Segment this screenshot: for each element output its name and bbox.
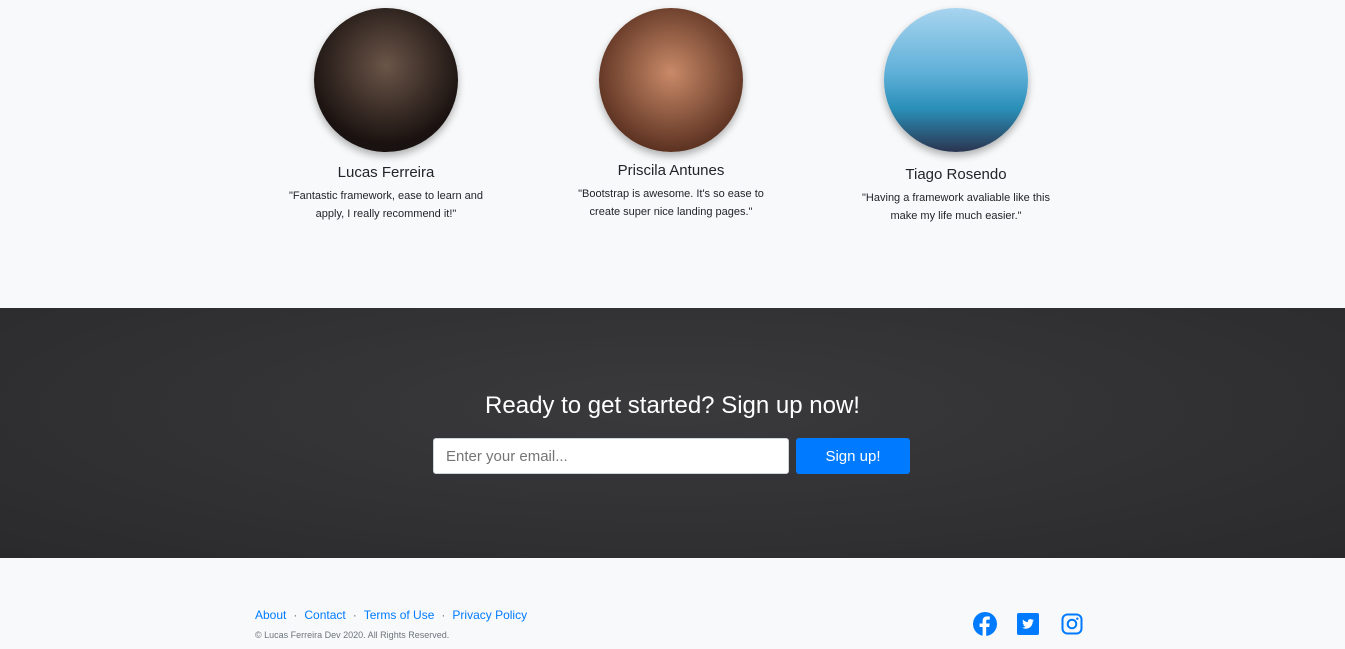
footer-link-contact[interactable]: Contact [304,608,345,622]
separator: · [441,608,446,622]
footer-link-privacy[interactable]: Privacy Policy [452,608,527,622]
email-input[interactable] [433,438,789,474]
testimonial-quote: "Fantastic framework, ease to learn and … [288,190,484,220]
testimonial-quote: "Having a framework avaliable like this … [862,192,1050,222]
testimonial-quote: "Bootstrap is awesome. It's so ease to c… [578,188,764,218]
testimonial-name: Lucas Ferreira [337,164,435,181]
avatar [314,8,458,152]
footer: About · Contact · Terms of Use · Privacy Polic… [0,558,1345,649]
instagram-icon[interactable] [1060,612,1084,636]
call-to-action: Ready to get started? Sign up now! Sign … [0,308,1345,558]
facebook-icon[interactable] [973,612,997,636]
footer-link-about[interactable]: About [255,608,286,622]
cta-heading: Ready to get started? Sign up now! [485,392,860,419]
testimonial-name: Tiago Rosendo [905,166,1007,183]
footer-links: About · Contact · Terms of Use · Privacy Polic… [255,608,527,622]
testimonial-card: Tiago Rosendo "Having a framework avalia… [836,8,1076,225]
footer-link-terms[interactable]: Terms of Use [364,608,435,622]
avatar [884,8,1028,152]
avatar [599,8,743,152]
copyright: © Lucas Ferreira Dev 2020. All Rights Re… [255,630,450,640]
signup-button[interactable]: Sign up! [796,438,910,474]
testimonial-card: Priscila Antunes "Bootstrap is awesome. … [551,8,791,221]
separator: · [293,608,298,622]
separator: · [352,608,357,622]
testimonial-card: Lucas Ferreira "Fantastic framework, eas… [266,8,506,223]
twitter-icon[interactable] [1016,612,1040,636]
testimonials-section: Lucas Ferreira "Fantastic framework, eas… [0,0,1345,308]
testimonial-name: Priscila Antunes [617,162,725,179]
